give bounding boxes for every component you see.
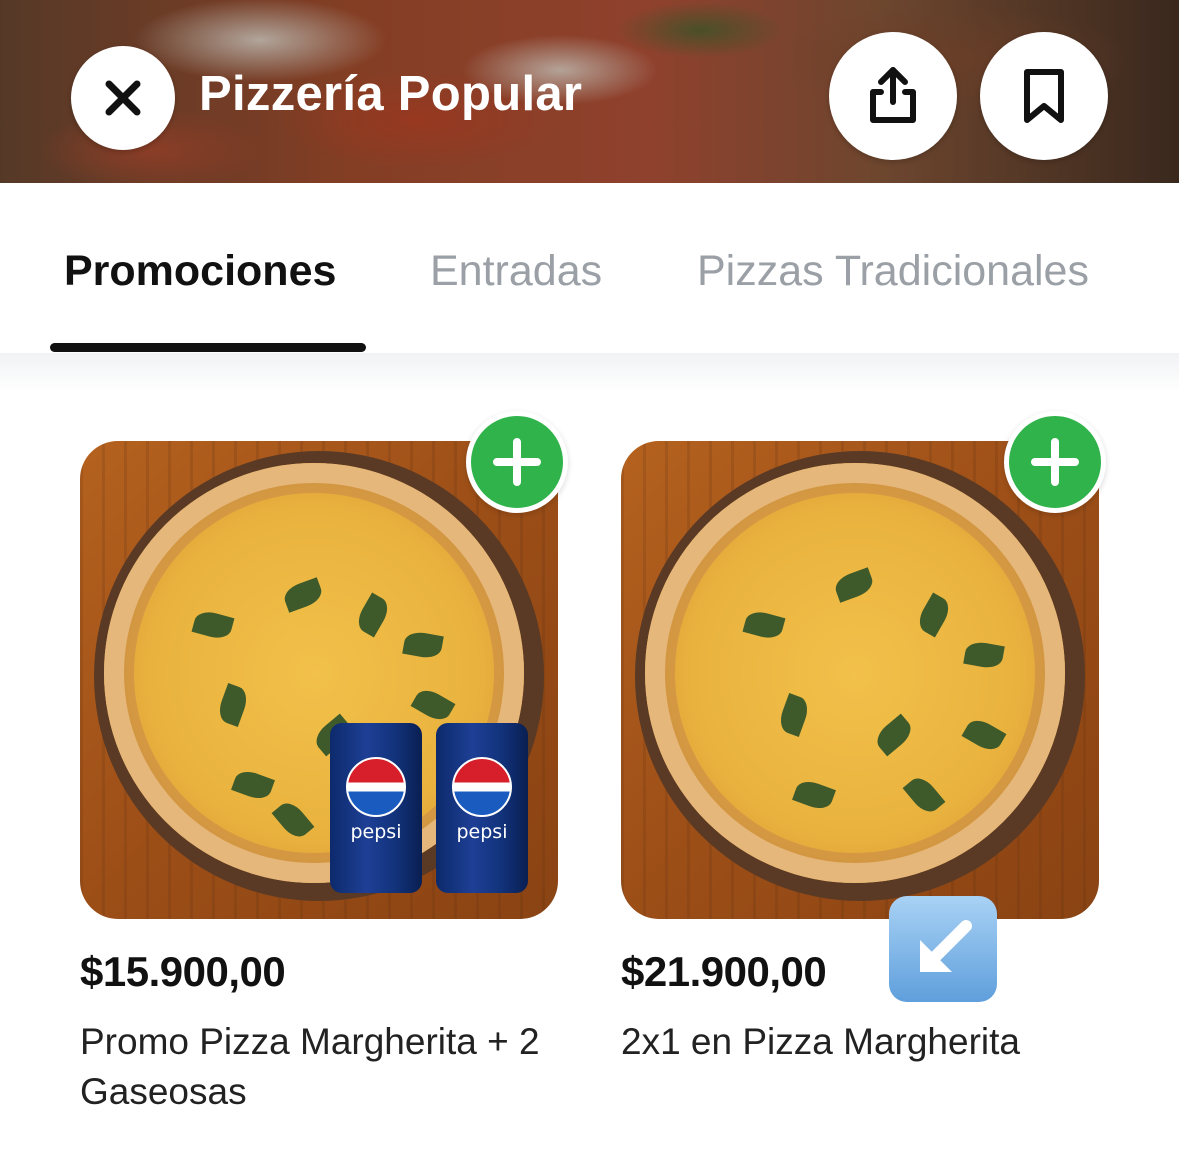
plus-icon	[1031, 438, 1079, 486]
basil-leaf	[191, 608, 235, 642]
product-name: Promo Pizza Margherita + 2 Gaseosas	[80, 1021, 540, 1112]
can-label: pepsi	[350, 821, 402, 843]
down-left-arrow-icon	[889, 896, 997, 1002]
bookmark-button[interactable]	[980, 32, 1108, 160]
add-to-cart-button[interactable]	[1004, 411, 1106, 513]
close-icon	[105, 80, 141, 116]
basil-leaf	[215, 683, 251, 727]
basil-leaf	[231, 767, 275, 803]
basil-leaf	[914, 592, 954, 638]
basil-leaf	[402, 629, 444, 661]
product-price: $21.900,00	[621, 948, 827, 995]
basil-leaf	[961, 715, 1007, 755]
product-price: $15.900,00	[80, 948, 286, 995]
product-card[interactable]: $21.900,00 2x1 en Pizza Margherita	[621, 411, 1121, 1131]
plus-icon	[493, 438, 541, 486]
active-tab-indicator	[50, 343, 366, 352]
tab-pizzas-tradicionales[interactable]: Pizzas Tradicionales	[697, 247, 1089, 296]
basil-leaf	[410, 685, 456, 725]
product-image[interactable]: pepsi pepsi	[80, 441, 558, 919]
basil-leaf	[871, 713, 917, 757]
product-card[interactable]: pepsi pepsi $15.900,00 Promo Pizza Margh…	[80, 411, 580, 1131]
arrow-glyph	[920, 920, 972, 972]
basil-leaf	[281, 577, 325, 613]
basil-leaf	[902, 772, 946, 818]
pepsi-logo-icon	[452, 757, 512, 817]
basil-leaf	[832, 567, 876, 603]
basil-leaf	[353, 592, 393, 638]
basil-leaf	[792, 777, 836, 813]
soda-can: pepsi	[436, 723, 528, 893]
category-tabs: Promociones Entradas Pizzas Tradicionale…	[0, 183, 1179, 354]
pepsi-logo-icon	[346, 757, 406, 817]
tab-entradas[interactable]: Entradas	[430, 247, 602, 296]
bookmark-icon	[1024, 69, 1064, 123]
add-to-cart-button[interactable]	[466, 411, 568, 513]
tabs-divider	[0, 353, 1179, 393]
soda-can: pepsi	[330, 723, 422, 893]
product-name: 2x1 en Pizza Margherita	[621, 1021, 1020, 1062]
pizza-image	[645, 463, 1065, 883]
can-label: pepsi	[456, 821, 508, 843]
store-title: Pizzería Popular	[199, 67, 583, 121]
share-icon	[870, 67, 916, 123]
product-image[interactable]	[621, 441, 1099, 919]
basil-leaf	[776, 693, 812, 737]
basil-leaf	[742, 608, 786, 642]
tab-promociones[interactable]: Promociones	[64, 247, 336, 296]
basil-leaf	[963, 639, 1005, 671]
share-button[interactable]	[829, 32, 957, 160]
close-button[interactable]	[71, 46, 175, 150]
basil-leaf	[271, 797, 315, 843]
